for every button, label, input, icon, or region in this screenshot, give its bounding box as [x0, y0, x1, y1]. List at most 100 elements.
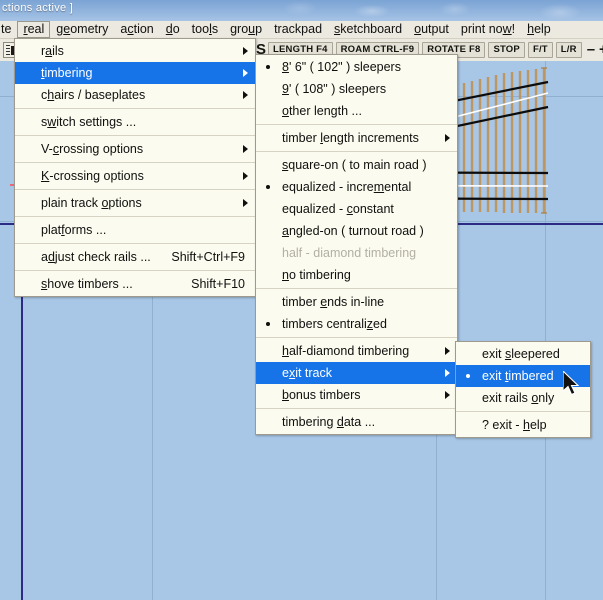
- submenu-arrow-icon: [243, 199, 248, 207]
- menubar-item-do[interactable]: do: [160, 21, 186, 38]
- menubar-item-help[interactable]: help: [521, 21, 557, 38]
- menu-item-label: shove timbers ...: [41, 277, 133, 291]
- menu-real-item-platforms[interactable]: platforms ...: [15, 219, 255, 241]
- menu-item-label: 8' 6" ( 102" ) sleepers: [282, 60, 401, 74]
- menu-timbering-item-half-diamond-timbering: half - diamond timbering: [256, 242, 457, 264]
- submenu-arrow-icon: [445, 369, 450, 377]
- menu-real-item-plain-track-options[interactable]: plain track options: [15, 192, 255, 214]
- menu-timbering-popup[interactable]: 8' 6" ( 102" ) sleepers 9' ( 108" ) sleep…: [255, 54, 458, 435]
- menu-item-label: adjust check rails ...: [41, 250, 151, 264]
- menu-timbering-item-no-timbering[interactable]: no timbering: [256, 264, 457, 286]
- menu-item-label: platforms ...: [41, 223, 107, 237]
- submenu-arrow-icon: [445, 134, 450, 142]
- menu-real-item-k-crossing-options[interactable]: K-crossing options: [15, 165, 255, 187]
- stop-button[interactable]: STOP: [488, 42, 525, 58]
- menu-separator: [256, 408, 457, 409]
- menu-item-label: bonus timbers: [282, 388, 361, 402]
- menu-timbering-item-angled-on-turnout-road[interactable]: angled-on ( turnout road ): [256, 220, 457, 242]
- menu-item-label: exit timbered: [482, 369, 554, 383]
- menu-item-label: timbering: [41, 66, 93, 80]
- submenu-arrow-icon: [243, 47, 248, 55]
- menu-timbering-item-exit-track[interactable]: exit track: [256, 362, 457, 384]
- menu-timbering-item-equalized-incremental[interactable]: equalized - incremental: [256, 176, 457, 198]
- menu-separator: [15, 135, 255, 136]
- menu-item-label: exit rails only: [482, 391, 555, 405]
- menubar-item-group[interactable]: group: [224, 21, 268, 38]
- menu-separator: [256, 124, 457, 125]
- menu-item-label: exit sleepered: [482, 347, 560, 361]
- menu-exit-item-exit-rails-only[interactable]: exit rails only: [456, 387, 590, 409]
- menu-item-label: timber ends in-line: [282, 295, 385, 309]
- menu-item-label: chairs / baseplates: [41, 88, 146, 102]
- menu-item-label: equalized - constant: [282, 202, 394, 216]
- menubar-item-te[interactable]: te: [0, 21, 17, 38]
- menu-timbering-item-9-108-sleepers[interactable]: 9' ( 108" ) sleepers: [256, 78, 457, 100]
- menubar-item-sketchboard[interactable]: sketchboard: [328, 21, 408, 38]
- zoom-in-button[interactable]: +: [599, 42, 603, 58]
- menubar-item-action[interactable]: action: [114, 21, 159, 38]
- menu-item-label: timbering data ...: [282, 415, 376, 429]
- menu-separator: [15, 270, 255, 271]
- menu-item-label: exit track: [282, 366, 333, 380]
- menubar-item-real[interactable]: real: [17, 21, 51, 38]
- menu-real-item-rails[interactable]: rails: [15, 40, 255, 62]
- menu-separator: [15, 216, 255, 217]
- submenu-arrow-icon: [445, 391, 450, 399]
- menu-real-item-adjust-check-rails[interactable]: adjust check rails ... Shift+Ctrl+F9: [15, 246, 255, 268]
- menu-item-label: V-crossing options: [41, 142, 144, 156]
- menu-item-label: other length ...: [282, 104, 362, 118]
- menu-exit-track-popup[interactable]: exit sleepered exit timbered exit rails on…: [455, 341, 591, 438]
- menu-separator: [256, 337, 457, 338]
- menu-item-label: square-on ( to main road ): [282, 158, 427, 172]
- menu-item-label: angled-on ( turnout road ): [282, 224, 424, 238]
- menu-real-item-chairs-baseplates[interactable]: chairs / baseplates: [15, 84, 255, 106]
- menu-item-shortcut: Shift+F10: [191, 277, 245, 291]
- menu-timbering-item-half-diamond-timbering[interactable]: half-diamond timbering: [256, 340, 457, 362]
- desktop-wallpaper-strip: ctions active ]: [0, 0, 603, 22]
- menu-timbering-item-8-6-102-sleepers[interactable]: 8' 6" ( 102" ) sleepers: [256, 56, 457, 78]
- menu-separator: [256, 288, 457, 289]
- menu-item-label: switch settings ...: [41, 115, 137, 129]
- menubar-item-print-now[interactable]: print now!: [455, 21, 521, 38]
- menu-item-label: half-diamond timbering: [282, 344, 410, 358]
- selected-bullet-icon: [266, 185, 270, 189]
- menu-timbering-item-timber-ends-in-line[interactable]: timber ends in-line: [256, 291, 457, 313]
- menu-real-item-shove-timbers[interactable]: shove timbers ... Shift+F10: [15, 273, 255, 295]
- main-menu-bar: te real geometry action do tools group trackpad…: [0, 21, 603, 39]
- submenu-arrow-icon: [445, 347, 450, 355]
- menu-item-label: plain track options: [41, 196, 142, 210]
- menubar-item-output[interactable]: output: [408, 21, 455, 38]
- menu-timbering-item-timbering-data[interactable]: timbering data ...: [256, 411, 457, 433]
- zoom-out-button[interactable]: –: [587, 42, 595, 58]
- menu-item-label: 9' ( 108" ) sleepers: [282, 82, 387, 96]
- menu-item-label: half - diamond timbering: [282, 246, 417, 260]
- menu-real-item-v-crossing-options[interactable]: V-crossing options: [15, 138, 255, 160]
- submenu-arrow-icon: [243, 69, 248, 77]
- window-title-fragment: ctions active ]: [2, 2, 74, 14]
- menu-exit-item-exit-timbered[interactable]: exit timbered: [456, 365, 590, 387]
- menu-timbering-item-other-length[interactable]: other length ...: [256, 100, 457, 122]
- menu-real-item-timbering[interactable]: timbering: [15, 62, 255, 84]
- menu-exit-item-exit-help[interactable]: ? exit - help: [456, 414, 590, 436]
- l-over-r-button[interactable]: L/R: [555, 42, 582, 58]
- menu-item-label: no timbering: [282, 268, 351, 282]
- menu-timbering-item-timber-length-increments[interactable]: timber length increments: [256, 127, 457, 149]
- menu-exit-item-exit-sleepered[interactable]: exit sleepered: [456, 343, 590, 365]
- menu-item-label: timber length increments: [282, 131, 419, 145]
- menu-real-item-switch-settings[interactable]: switch settings ...: [15, 111, 255, 133]
- menubar-item-trackpad[interactable]: trackpad: [268, 21, 328, 38]
- menu-timbering-item-square-on-to-main-road[interactable]: square-on ( to main road ): [256, 154, 457, 176]
- menu-separator: [15, 108, 255, 109]
- menu-real-popup[interactable]: rails timbering chairs / baseplates switch …: [14, 38, 256, 297]
- submenu-arrow-icon: [243, 145, 248, 153]
- selected-bullet-icon: [266, 322, 270, 326]
- menu-separator: [256, 151, 457, 152]
- menubar-item-tools[interactable]: tools: [186, 21, 224, 38]
- menu-timbering-item-equalized-constant[interactable]: equalized - constant: [256, 198, 457, 220]
- f-over-t-button[interactable]: F/T: [527, 42, 553, 58]
- menubar-item-geometry[interactable]: geometry: [50, 21, 114, 38]
- menu-item-label: equalized - incremental: [282, 180, 412, 194]
- menu-timbering-item-bonus-timbers[interactable]: bonus timbers: [256, 384, 457, 406]
- menu-timbering-item-timbers-centralized[interactable]: timbers centralized: [256, 313, 457, 335]
- menu-separator: [15, 243, 255, 244]
